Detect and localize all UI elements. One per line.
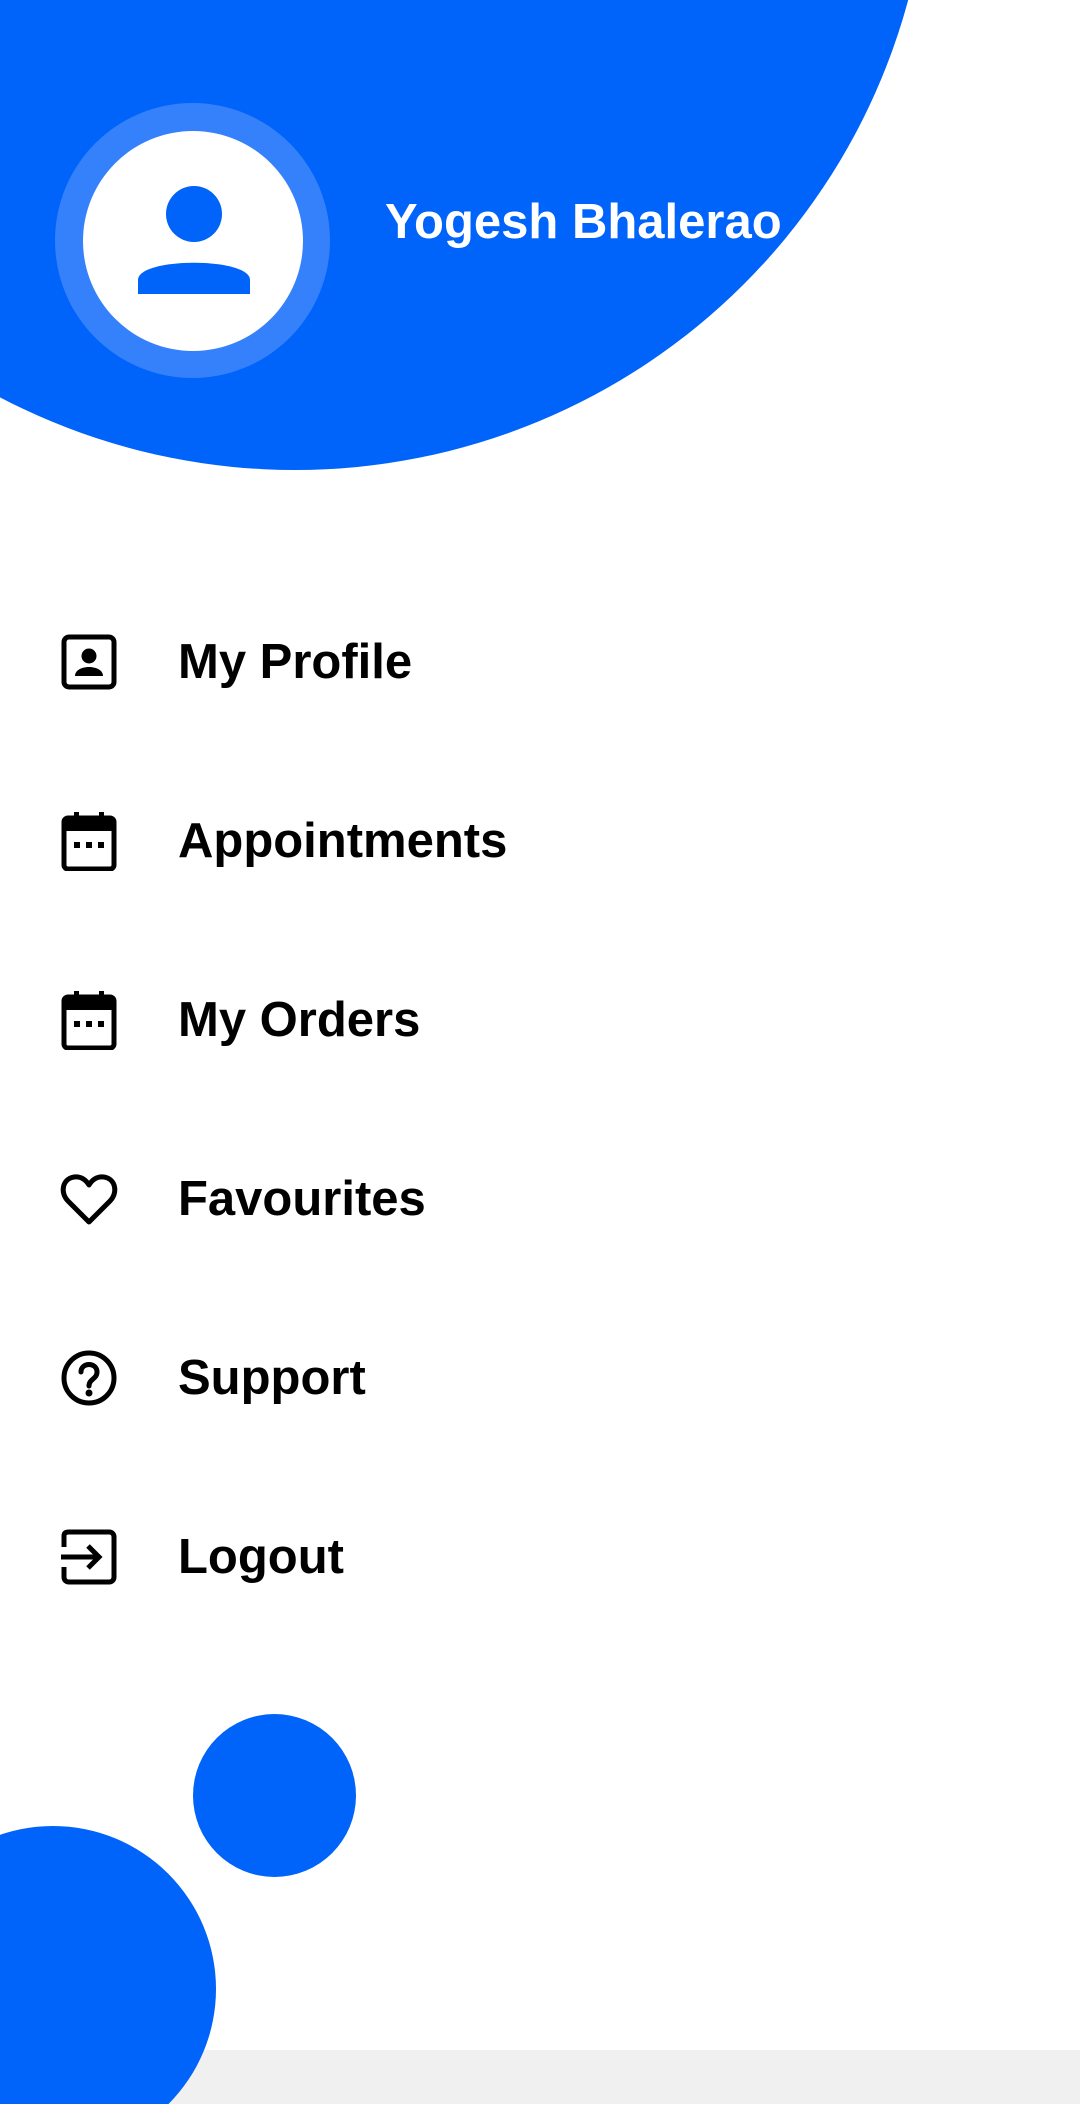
menu-item-label: Logout (178, 1529, 344, 1584)
menu-item-favourites[interactable]: Favourites (0, 1109, 1080, 1288)
menu-item-my-profile[interactable]: My Profile (0, 572, 1080, 751)
menu-item-my-orders[interactable]: My Orders (0, 930, 1080, 1109)
decorative-circle-small (193, 1714, 356, 1877)
menu-item-label: Appointments (178, 813, 508, 868)
avatar[interactable] (83, 131, 303, 351)
menu-item-label: My Orders (178, 992, 421, 1047)
user-name: Yogesh Bhalerao (385, 195, 782, 249)
logout-icon (59, 1527, 119, 1587)
navigation-drawer: Yogesh Bhalerao My Profile Appointments … (0, 0, 1080, 2104)
menu-item-support[interactable]: Support (0, 1288, 1080, 1467)
menu-item-label: My Profile (178, 634, 413, 689)
calendar-icon (59, 990, 119, 1050)
heart-outline-icon (59, 1169, 119, 1229)
menu-item-label: Support (178, 1350, 366, 1405)
menu-item-label: Favourites (178, 1171, 426, 1226)
decorative-circle-large (0, 1826, 216, 2104)
help-circle-icon (59, 1348, 119, 1408)
drawer-menu: My Profile Appointments My Orders Favour… (0, 572, 1080, 1646)
calendar-icon (59, 811, 119, 871)
account-box-icon (59, 632, 119, 692)
menu-item-logout[interactable]: Logout (0, 1467, 1080, 1646)
person-icon (138, 186, 250, 294)
menu-item-appointments[interactable]: Appointments (0, 751, 1080, 930)
